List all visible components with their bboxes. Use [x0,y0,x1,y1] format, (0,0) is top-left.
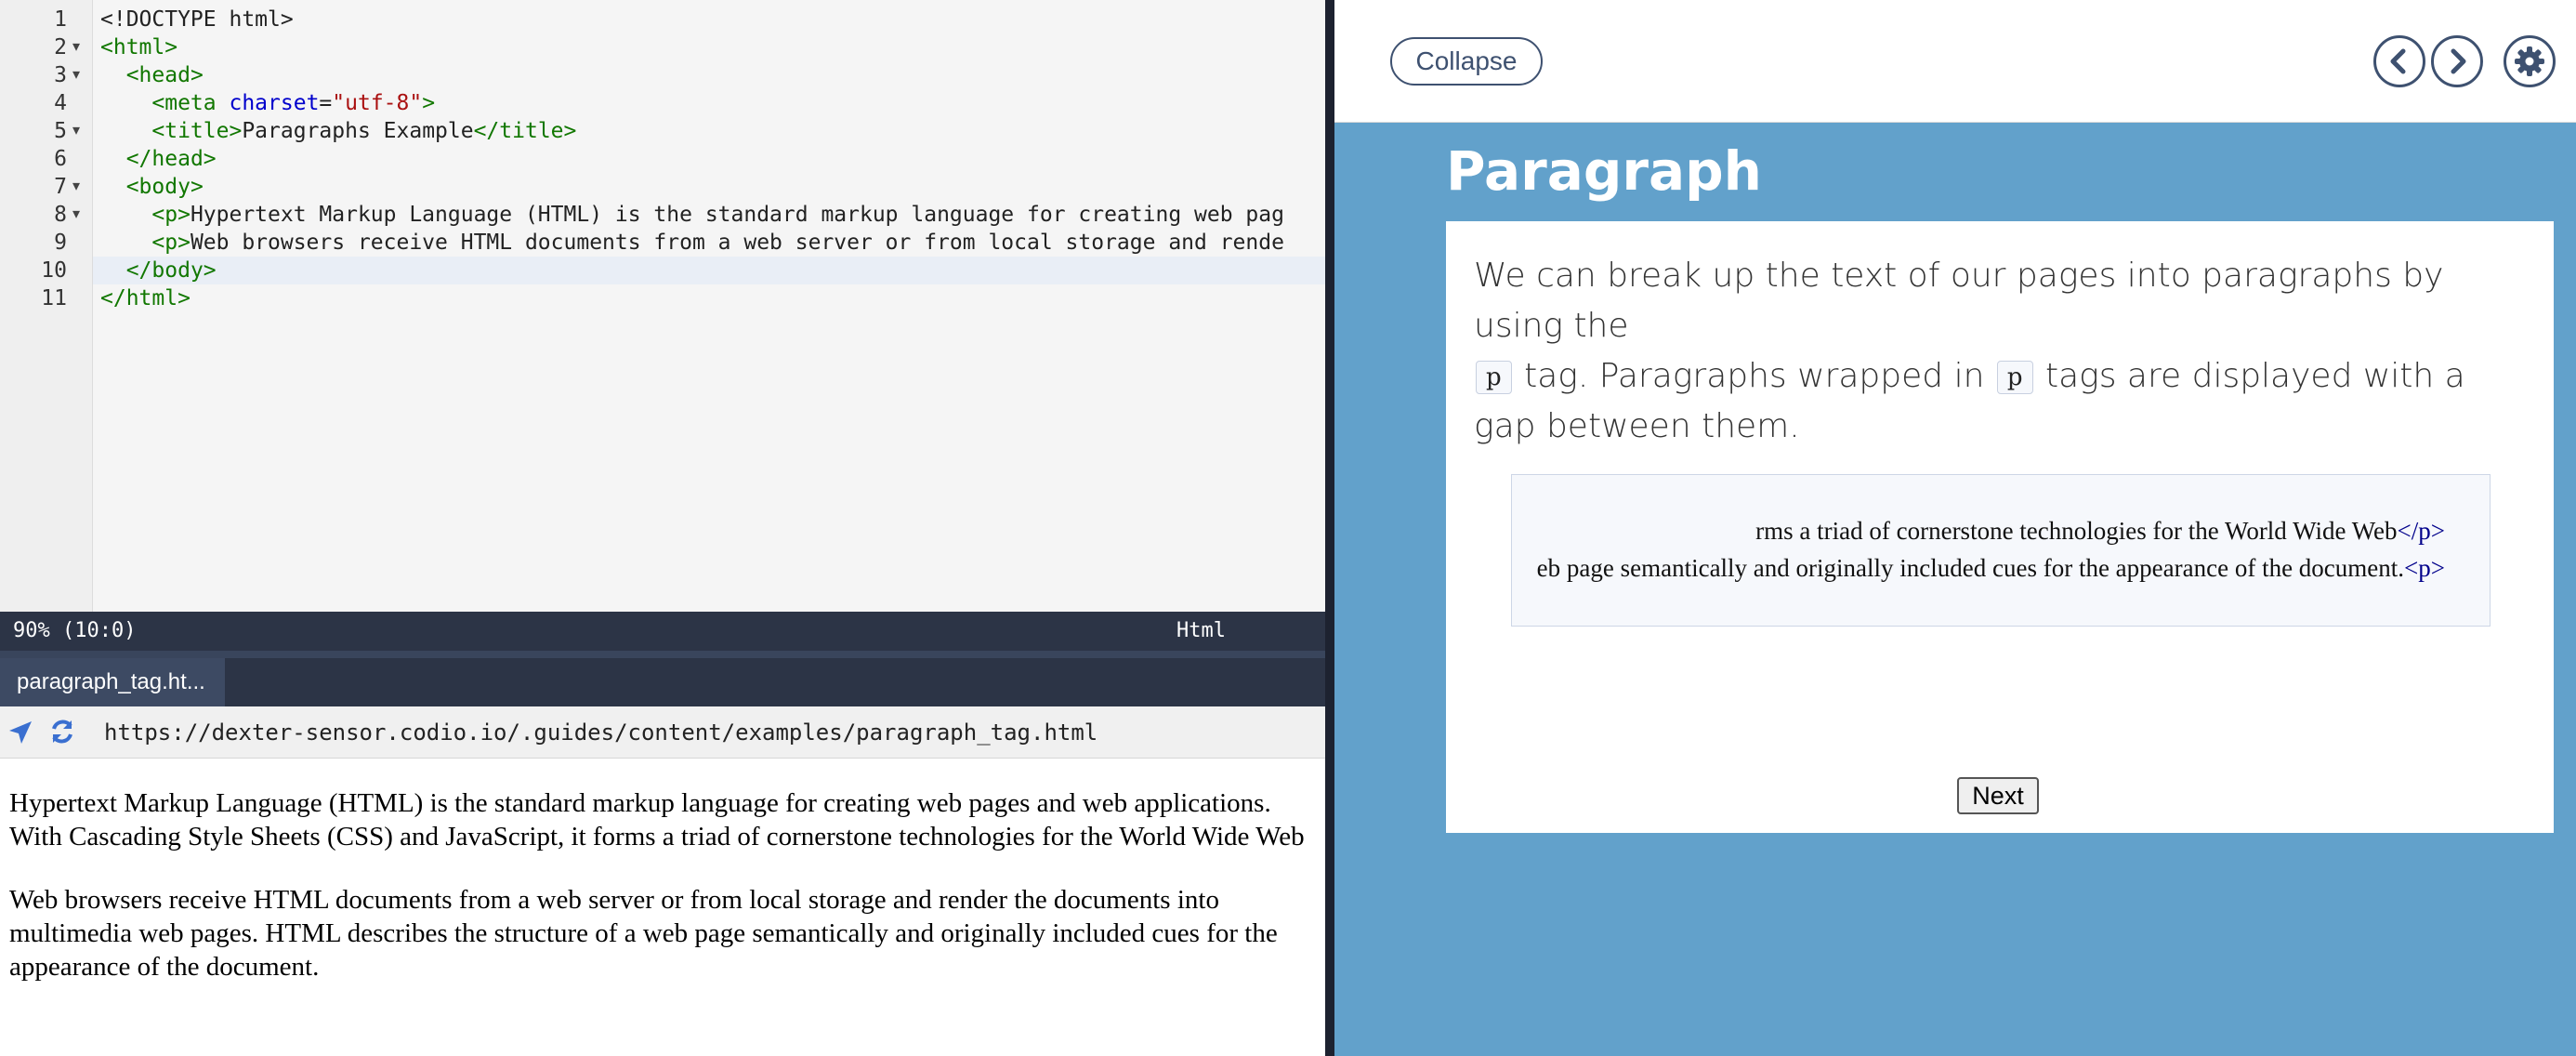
line-number: 4 [54,91,67,115]
code-line[interactable]: </head> [100,145,217,173]
preview-paragraph-1: Hypertext Markup Language (HTML) is the … [9,788,1305,851]
fold-toggle-icon[interactable]: ▾ [72,173,80,201]
code-token: Web browsers receive HTML documents from… [190,231,1284,255]
fold-toggle-icon[interactable]: ▾ [72,33,80,61]
code-token: </html> [100,286,191,310]
line-number: 7 [54,175,67,199]
code-token: <p> [151,231,191,255]
example-line-2: eb page semantically and originally incl… [1536,554,2445,582]
ide-left-pane: 1 2 ▾ 3 ▾ 4 5 ▾ 6 7 ▾ 8 ▾ 9 10 11 <!DOCTYPE html> <html>… [0,0,1325,1056]
code-line[interactable]: <title>Paragraphs Example</title> [100,117,576,145]
code-token: <title> [151,119,243,143]
previous-page-button[interactable] [2373,35,2425,87]
guide-header: Collapse [1334,0,2576,123]
gear-icon [2515,46,2544,76]
language-mode[interactable]: Html [1176,612,1226,651]
refresh-icon[interactable] [48,718,76,746]
code-line[interactable]: <p>Web browsers receive HTML documents f… [100,229,1284,257]
code-area[interactable]: <!DOCTYPE html> <html> <head> <meta chars… [100,0,1325,612]
code-token: = [319,91,333,115]
line-number: 2 [54,35,67,59]
fold-toggle-icon[interactable]: ▾ [72,201,80,229]
line-number: 6 [54,147,67,171]
code-token: > [422,91,436,115]
code-token: </body> [125,258,217,283]
preview-paragraph-2: Web browsers receive HTML documents from… [9,885,1278,982]
code-token: charset [229,91,320,115]
code-line[interactable]: </html> [100,284,191,312]
code-example-box[interactable]: rms a triad of cornerstone technologies … [1511,474,2491,627]
line-number: 1 [54,7,67,32]
guide-pane: Collapse Paragraph We can break up the t… [1334,0,2576,1056]
html-preview: Hypertext Markup Language (HTML) is the … [0,759,1325,1056]
code-line[interactable]: <body> [100,173,204,201]
code-line[interactable]: <!DOCTYPE html> [100,6,294,33]
code-token: Hypertext Markup Language (HTML) is the … [190,203,1284,227]
line-number: 3 [54,63,67,87]
guide-description: We can break up the text of our pages in… [1474,251,2533,452]
code-line[interactable]: </body> [100,257,217,284]
fold-toggle-icon[interactable]: ▾ [72,117,80,145]
code-token: </head> [125,147,217,171]
code-token: <!DOCTYPE html> [100,7,294,32]
settings-button[interactable] [2504,35,2556,87]
preview-url-bar: https://dexter-sensor.codio.io/.guides/c… [0,706,1325,759]
line-number-gutter: 1 2 ▾ 3 ▾ 4 5 ▾ 6 7 ▾ 8 ▾ 9 10 11 [0,0,93,612]
code-chip-p-2: p [1996,361,2033,394]
preview-tab-bar: paragraph_tag.ht... [0,658,1325,706]
url-field[interactable]: https://dexter-sensor.codio.io/.guides/c… [104,706,1097,759]
code-chip-p: p [1476,361,1512,394]
code-token: <head> [125,63,204,87]
guide-title: Paragraph [1446,139,1762,203]
code-editor[interactable]: 1 2 ▾ 3 ▾ 4 5 ▾ 6 7 ▾ 8 ▾ 9 10 11 <!DOCTYPE html> <html>… [0,0,1325,612]
code-line[interactable]: <head> [100,61,204,89]
next-button[interactable]: Next [1957,777,2039,814]
code-token: <p> [151,203,191,227]
line-number: 11 [41,286,67,310]
location-arrow-icon[interactable] [7,719,33,746]
code-token: Paragraphs Example [242,119,474,143]
code-token: "utf-8" [332,91,423,115]
vertical-splitter[interactable] [1325,0,1334,1056]
cursor-position: 90% (10:0) [13,619,137,642]
guide-content-card: We can break up the text of our pages in… [1446,221,2554,833]
guide-text-part-1: We can break up the text of our pages in… [1474,257,2444,345]
editor-status-bar: 90% (10:0) Html [0,612,1325,651]
line-number: 8 [54,203,67,227]
line-number: 9 [54,231,67,255]
collapse-button[interactable]: Collapse [1390,37,1543,86]
code-token: <html> [100,35,178,59]
tab-preview[interactable]: paragraph_tag.ht... [0,658,225,706]
code-line[interactable]: <meta charset="utf-8"> [100,89,435,117]
pane-divider[interactable] [0,651,1325,658]
example-line-1: rms a triad of cornerstone technologies … [1755,517,2445,545]
next-page-button[interactable] [2431,35,2483,87]
chevron-right-icon [2451,48,2466,74]
fold-toggle-icon[interactable]: ▾ [72,61,80,89]
line-number: 5 [54,119,67,143]
line-number: 10 [41,258,67,283]
code-line[interactable]: <html> [100,33,177,61]
code-line[interactable]: <p>Hypertext Markup Language (HTML) is t… [100,201,1284,229]
guide-text-part-2: tag. Paragraphs wrapped in [1524,357,1985,395]
code-token: <meta [151,91,230,115]
chevron-left-icon [2390,48,2406,74]
code-token: </title> [473,119,577,143]
code-token: <body> [125,175,204,199]
